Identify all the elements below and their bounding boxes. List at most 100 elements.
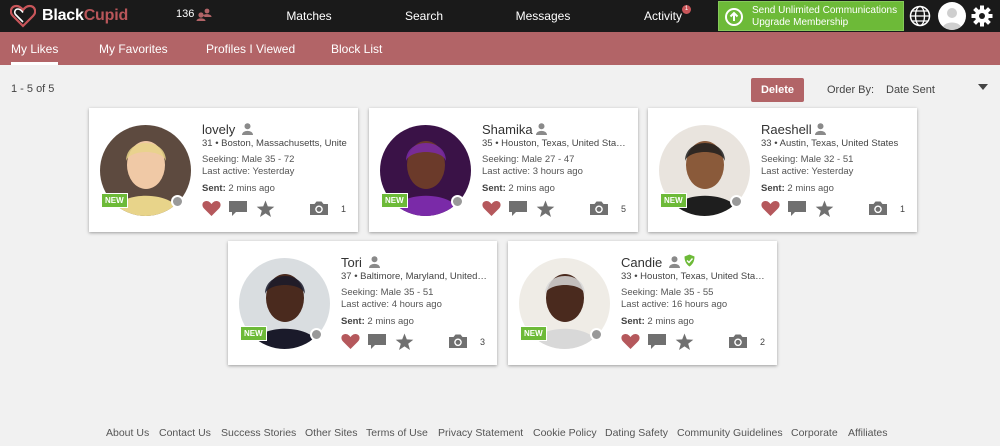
camera-icon[interactable] [448, 333, 468, 354]
sent-info: Sent: 2 mins ago [202, 183, 275, 194]
chevron-down-icon[interactable] [978, 84, 988, 90]
chat-icon[interactable] [367, 333, 387, 355]
online-status-dot [310, 328, 323, 341]
footer-link[interactable]: About Us [106, 427, 149, 439]
star-icon[interactable] [675, 333, 694, 356]
footer-link[interactable]: Dating Safety [605, 427, 668, 439]
profile-name[interactable]: Candie [621, 255, 662, 270]
tab-my-favorites[interactable]: My Favorites [99, 32, 168, 65]
online-status-dot [171, 195, 184, 208]
gear-icon[interactable] [971, 5, 993, 27]
profile-card[interactable]: NEW lovely 31 • Boston, Massachusetts, Uni… [89, 108, 358, 232]
footer-link[interactable]: Privacy Statement [438, 427, 523, 439]
star-icon[interactable] [815, 200, 834, 223]
star-icon[interactable] [395, 333, 414, 356]
profile-name[interactable]: lovely [202, 122, 235, 137]
top-bar: BlackCupid 136 Matches Search Messages A… [0, 0, 1000, 32]
new-badge: NEW [381, 193, 408, 208]
brand-logo[interactable]: BlackCupid [10, 2, 128, 30]
profile-card[interactable]: NEW Candie 33 • Houston, Texas, United Sta… [508, 241, 777, 365]
sent-time: 2 mins ago [367, 316, 414, 327]
profile-location: 33 • Houston, Texas, United States [621, 271, 767, 282]
heart-icon[interactable] [341, 333, 360, 355]
sent-label: Sent: [761, 183, 785, 194]
camera-icon[interactable] [309, 200, 329, 221]
footer-link[interactable]: Cookie Policy [533, 427, 597, 439]
profile-last-active: Last active: Yesterday [202, 166, 295, 177]
star-icon[interactable] [256, 200, 275, 223]
profile-card[interactable]: NEW Tori 37 • Baltimore, Maryland, United … [228, 241, 497, 365]
upgrade-line2: Upgrade Membership [752, 17, 849, 28]
sent-info: Sent: 2 mins ago [761, 183, 834, 194]
camera-icon[interactable] [589, 200, 609, 221]
online-count[interactable]: 136 [176, 7, 212, 21]
order-by-select[interactable]: Date Sent [886, 84, 990, 96]
verified-shield-icon [684, 254, 695, 272]
sent-time: 2 mins ago [647, 316, 694, 327]
arrow-up-circle-icon [725, 8, 743, 26]
online-status-dot [590, 328, 603, 341]
upgrade-button[interactable]: Send Unlimited Communications Upgrade Me… [718, 1, 904, 31]
footer-link[interactable]: Community Guidelines [677, 427, 783, 439]
heart-icon[interactable] [482, 200, 501, 222]
chat-icon[interactable] [228, 200, 248, 222]
heart-icon[interactable] [202, 200, 221, 222]
sent-time: 2 mins ago [508, 183, 555, 194]
footer-link[interactable]: Success Stories [221, 427, 296, 439]
photo-count: 1 [900, 204, 906, 214]
star-icon[interactable] [536, 200, 555, 223]
sent-time: 2 mins ago [787, 183, 834, 194]
chat-icon[interactable] [787, 200, 807, 222]
heart-icon[interactable] [761, 200, 780, 222]
footer-link[interactable]: Other Sites [305, 427, 358, 439]
camera-icon[interactable] [868, 200, 888, 221]
nav-messages[interactable]: Messages [514, 0, 572, 32]
profile-last-active: Last active: 16 hours ago [621, 299, 728, 310]
profile-location: 35 • Houston, Texas, United States [482, 138, 628, 149]
heart-icon[interactable] [621, 333, 640, 355]
footer-link[interactable]: Terms of Use [366, 427, 428, 439]
upgrade-line1: Send Unlimited Communications [752, 5, 898, 16]
profile-name[interactable]: Shamika [482, 122, 533, 137]
activity-badge: 1 [682, 5, 691, 14]
nav-activity[interactable]: Activity [640, 0, 686, 32]
footer-link[interactable]: Contact Us [159, 427, 211, 439]
profile-location: 31 • Boston, Massachusetts, Unite [202, 138, 347, 149]
photo-count: 1 [341, 204, 347, 214]
heart-logo-icon [10, 4, 36, 28]
user-avatar[interactable] [938, 2, 966, 30]
profile-seeking: Seeking: Male 35 - 55 [621, 287, 714, 298]
tab-my-likes[interactable]: My Likes [11, 32, 59, 65]
online-status-dot [451, 195, 464, 208]
sent-label: Sent: [341, 316, 365, 327]
photo-count: 3 [480, 337, 486, 347]
profile-seeking: Seeking: Male 35 - 51 [341, 287, 434, 298]
profile-name[interactable]: Tori [341, 255, 362, 270]
sent-info: Sent: 2 mins ago [341, 316, 414, 327]
profile-seeking: Seeking: Male 35 - 72 [202, 154, 295, 165]
profile-card[interactable]: NEW Raeshell 33 • Austin, Texas, United St… [648, 108, 917, 232]
online-status-dot [730, 195, 743, 208]
sent-label: Sent: [202, 183, 226, 194]
chat-icon[interactable] [647, 333, 667, 355]
online-count-value: 136 [176, 8, 195, 20]
footer-link[interactable]: Corporate [791, 427, 838, 439]
sent-info: Sent: 2 mins ago [621, 316, 694, 327]
camera-icon[interactable] [728, 333, 748, 354]
nav-matches[interactable]: Matches [282, 0, 336, 32]
new-badge: NEW [101, 193, 128, 208]
delete-button[interactable]: Delete [751, 78, 804, 102]
sent-info: Sent: 2 mins ago [482, 183, 555, 194]
profile-seeking: Seeking: Male 27 - 47 [482, 154, 575, 165]
profile-name[interactable]: Raeshell [761, 122, 812, 137]
profile-card[interactable]: NEW Shamika 35 • Houston, Texas, United St… [369, 108, 638, 232]
chat-icon[interactable] [508, 200, 528, 222]
new-badge: NEW [520, 326, 547, 341]
tab-block-list[interactable]: Block List [331, 32, 382, 65]
tab-profiles-viewed[interactable]: Profiles I Viewed [206, 32, 295, 65]
footer-link[interactable]: Affiliates [848, 427, 888, 439]
users-icon [196, 8, 212, 21]
nav-search[interactable]: Search [400, 0, 448, 32]
profile-location: 33 • Austin, Texas, United States [761, 138, 899, 149]
globe-icon[interactable] [909, 5, 931, 27]
